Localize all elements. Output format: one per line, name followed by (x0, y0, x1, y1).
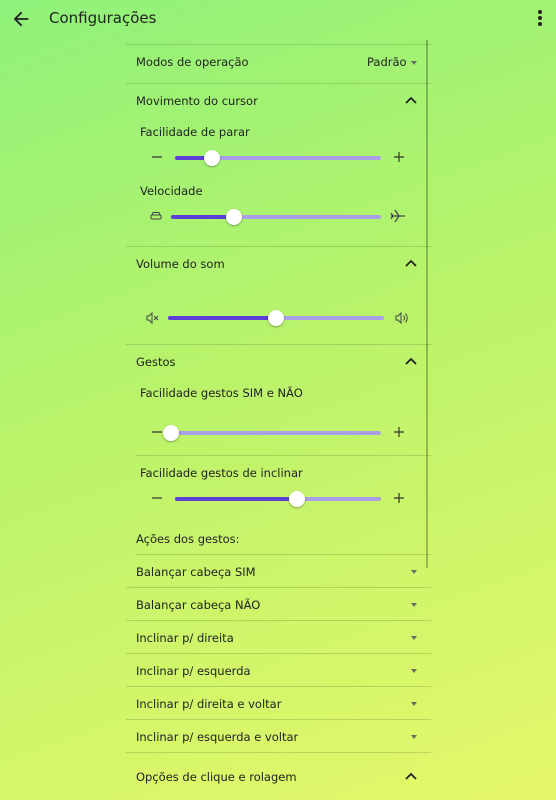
slider-thumb[interactable] (289, 491, 305, 507)
gesture-action-dropdown[interactable]: Inclinar p/ esquerda (126, 654, 431, 687)
divider (136, 455, 431, 456)
tilt-gesture-label: Facilidade gestos de inclinar (140, 466, 303, 480)
gesture-action-dropdown[interactable]: Balançar cabeça SIM (126, 555, 431, 588)
minus-icon[interactable] (152, 493, 162, 503)
gesture-actions-label: Ações dos gestos: (136, 532, 240, 546)
top-app-bar: Configurações (0, 0, 556, 38)
speed-slider[interactable] (171, 208, 381, 226)
operation-mode-label: Modos de operação (136, 55, 249, 69)
tilt-gesture-slider[interactable] (175, 490, 381, 508)
caret-down-icon[interactable] (411, 669, 417, 673)
gesture-action-label: Balançar cabeça SIM (136, 565, 256, 579)
chevron-up-icon[interactable] (405, 357, 417, 365)
minus-icon[interactable] (152, 152, 162, 162)
caret-down-icon[interactable] (411, 61, 417, 65)
caret-down-icon[interactable] (411, 570, 417, 574)
gesture-action-dropdown[interactable]: Inclinar p/ direita e voltar (126, 687, 431, 720)
gesture-action-label: Balançar cabeça NÃO (136, 598, 261, 612)
settings-panel: Modos de operação Padrão Movimento do cu… (126, 38, 431, 800)
plus-icon[interactable] (394, 427, 404, 437)
caret-down-icon[interactable] (411, 603, 417, 607)
cursor-section-header[interactable]: Movimento do cursor (126, 84, 431, 114)
slider-thumb[interactable] (163, 425, 179, 441)
volume-up-icon (395, 312, 408, 324)
operation-mode-value[interactable]: Padrão (367, 55, 407, 69)
plus-icon[interactable] (394, 152, 404, 162)
yes-no-gesture-label: Facilidade gestos SIM e NÃO (140, 386, 303, 400)
yes-no-gesture-slider[interactable] (163, 424, 381, 442)
stop-ease-label: Facilidade de parar (140, 125, 250, 139)
gesture-action-label: Inclinar p/ esquerda (136, 664, 251, 678)
slider-thumb[interactable] (268, 310, 284, 326)
minus-icon[interactable] (152, 427, 162, 437)
speed-label: Velocidade (140, 184, 203, 198)
caret-down-icon[interactable] (411, 636, 417, 640)
page-title: Configurações (49, 9, 157, 27)
slider-thumb[interactable] (226, 209, 242, 225)
gesture-action-label: Inclinar p/ direita e voltar (136, 697, 282, 711)
more-vert-icon[interactable] (536, 8, 544, 30)
volume-slider[interactable] (168, 309, 384, 327)
caret-down-icon[interactable] (411, 735, 417, 739)
gesture-action-dropdown[interactable]: Inclinar p/ esquerda e voltar (126, 720, 431, 753)
plus-icon[interactable] (394, 493, 404, 503)
operation-mode-row[interactable]: Modos de operação Padrão (126, 45, 431, 82)
gestures-section-title: Gestos (136, 355, 176, 369)
chevron-up-icon[interactable] (405, 96, 417, 104)
caret-down-icon[interactable] (411, 702, 417, 706)
volume-mute-icon (146, 312, 159, 324)
car-icon (150, 212, 162, 220)
chevron-up-icon[interactable] (405, 772, 417, 780)
gesture-action-label: Inclinar p/ direita (136, 631, 234, 645)
gesture-action-label: Inclinar p/ esquerda e voltar (136, 730, 299, 744)
click-scroll-section-title: Opções de clique e rolagem (136, 770, 297, 784)
gesture-action-dropdown[interactable]: Balançar cabeça NÃO (126, 588, 431, 621)
stop-ease-slider[interactable] (175, 149, 381, 167)
click-scroll-section-header[interactable]: Opções de clique e rolagem (126, 761, 431, 791)
gestures-section-header[interactable]: Gestos (126, 345, 431, 375)
airplane-icon (390, 209, 405, 223)
chevron-up-icon[interactable] (405, 259, 417, 267)
cursor-section-title: Movimento do cursor (136, 94, 258, 108)
gesture-action-dropdown[interactable]: Inclinar p/ direita (126, 621, 431, 654)
sound-section-title: Volume do som (136, 257, 225, 271)
divider (126, 752, 431, 753)
sound-section-header[interactable]: Volume do som (126, 247, 431, 277)
slider-thumb[interactable] (204, 150, 220, 166)
arrow-left-icon[interactable] (10, 8, 32, 30)
